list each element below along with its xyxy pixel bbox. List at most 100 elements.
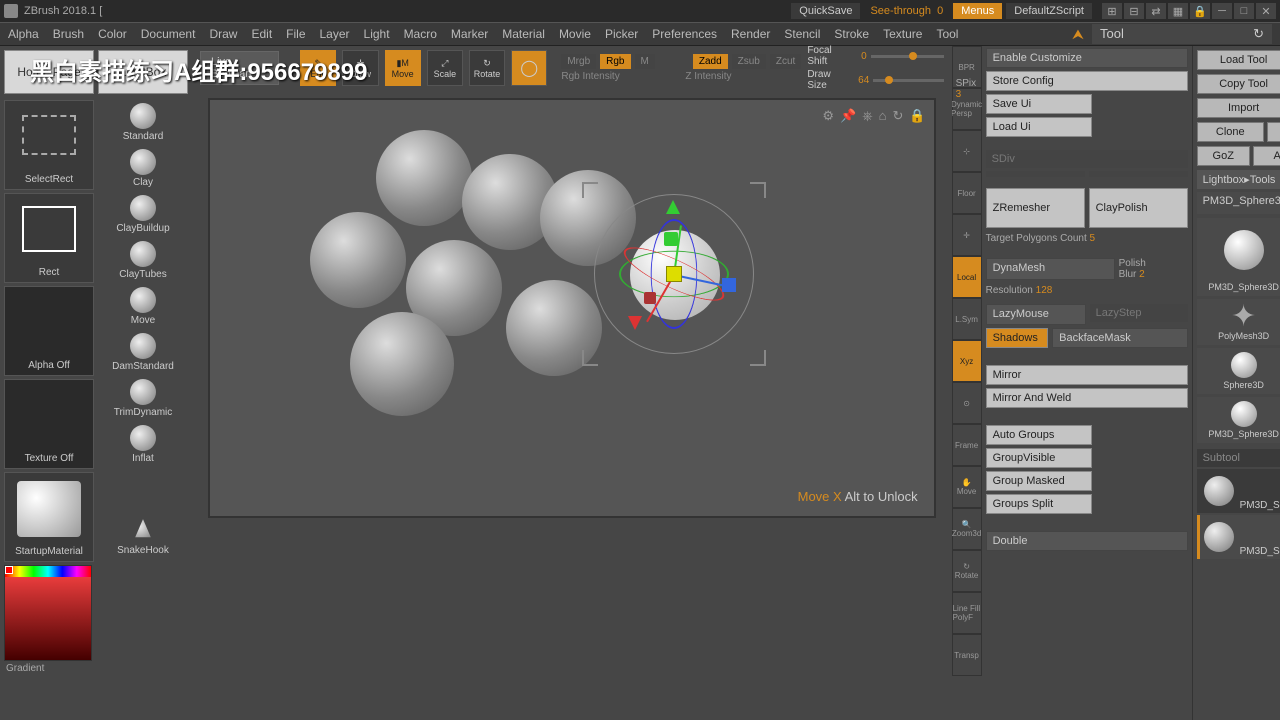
move-view-button[interactable]: ✋Move [952,466,982,508]
tool-item[interactable]: Sphere3D [1197,348,1280,394]
stroke-selector[interactable]: SelectRect [4,100,94,190]
brush-standard[interactable]: Standard [98,100,188,144]
groupsplit-button[interactable]: Groups Split [986,494,1092,514]
menu-brush[interactable]: Brush [53,27,84,41]
goz-button[interactable]: GoZ [1197,146,1250,166]
move-mode-button[interactable]: ▮MMove [385,50,421,86]
draw-size-slider[interactable]: Draw Size 64 [807,69,943,91]
transp-button[interactable]: Transp [952,634,982,676]
menu-layer[interactable]: Layer [320,27,350,41]
transform-gizmo[interactable] [594,194,754,354]
menu-preferences[interactable]: Preferences [652,27,717,41]
quicksave-button[interactable]: QuickSave [791,3,860,19]
mrgb-button[interactable]: Mrgb [561,54,596,69]
rgb-button[interactable]: Rgb [600,54,630,69]
menu-macro[interactable]: Macro [404,27,437,41]
center-button[interactable]: ⊙ [952,382,982,424]
lazystep-slider[interactable]: LazyStep [1090,304,1188,322]
menu-file[interactable]: File [286,27,305,41]
location-icon[interactable]: ⎈ [862,108,872,124]
autogroups-button[interactable]: Auto Groups [986,425,1092,445]
tool-item[interactable]: ✦PolyMesh3D [1197,299,1280,345]
rotate-mode-button[interactable]: ↻Rotate [469,50,505,86]
scale-mode-button[interactable]: ⤢Scale [427,50,463,86]
floor-button[interactable]: Floor [952,172,982,214]
hue-strip[interactable] [5,566,91,577]
texture-selector[interactable]: Texture Off [4,379,94,469]
claypolish-button[interactable]: ClayPolish [1089,188,1188,228]
brush-snakehook[interactable]: SnakeHook [98,514,188,558]
menu-tool[interactable]: Tool [936,27,958,41]
menu-color[interactable]: Color [98,27,127,41]
lazymouse-button[interactable]: LazyMouse [986,304,1086,325]
mirror-button[interactable]: Mirror [986,365,1188,385]
target-poly-slider[interactable]: Target Polygons Count 5 [986,231,1188,246]
default-zscript-button[interactable]: DefaultZScript [1006,3,1092,19]
home-icon[interactable]: ⌂ [879,108,887,124]
rgb-intensity-label[interactable]: Rgb Intensity [561,71,681,82]
tool-panel-header[interactable]: Tool↻ [1092,24,1272,44]
zsub-button[interactable]: Zsub [732,54,766,69]
reset-icon[interactable]: ↻ [893,108,904,124]
brush-claybuildup[interactable]: ClayBuildup [98,192,188,236]
mesh-sphere[interactable] [376,130,472,226]
menu-marker[interactable]: Marker [451,27,488,41]
dynamesh-button[interactable]: DynaMesh [986,258,1115,280]
viewport[interactable]: ⚙ 📌 ⎈ ⌂ ↻ 🔒 [208,98,936,518]
rotate-view-button[interactable]: ↻Rotate [952,550,982,592]
brush-inflat[interactable]: Inflat [98,422,188,466]
swap-icon[interactable]: ⇄ [1146,3,1166,19]
maximize-icon[interactable]: □ [1234,3,1254,19]
goz-all-button[interactable]: All [1253,146,1280,166]
make-polymesh-button[interactable]: Make PolyMesh3D [1267,122,1280,142]
double-button[interactable]: Double [986,531,1188,551]
zcut-button[interactable]: Zcut [770,54,801,69]
brush-move[interactable]: Move [98,284,188,328]
menu-material[interactable]: Material [502,27,545,41]
alpha-selector[interactable]: Alpha Off [4,286,94,376]
brush-trimdynamic[interactable]: TrimDynamic [98,376,188,420]
gizmo-button[interactable]: ◯ [511,50,547,86]
active-tool-indicator[interactable]: PM3D_Sphere3D_2.49 R [1197,192,1280,214]
store-config-button[interactable]: Store Config [986,71,1188,91]
pin-icon[interactable]: 📌 [840,108,856,124]
subtool-item[interactable]: ⬤◐▮👁 PM3D_Sphere3D_1 [1197,469,1280,513]
color-picker[interactable] [4,565,92,661]
menu-stencil[interactable]: Stencil [784,27,820,41]
brush-damstandard[interactable]: DamStandard [98,330,188,374]
lsym-button[interactable]: L.Sym [952,298,982,340]
delhigher-button[interactable] [1089,171,1188,177]
menu-alpha[interactable]: Alpha [8,27,39,41]
grid-toggle[interactable]: ⊹ [952,130,982,172]
zoom-button[interactable]: 🔍Zoom3d [952,508,982,550]
collapse-icon[interactable]: ⮝ [1072,26,1088,42]
axis-button[interactable]: ✛ [952,214,982,256]
menu-stroke[interactable]: Stroke [834,27,869,41]
import-button[interactable]: Import [1197,98,1280,118]
mesh-sphere[interactable] [350,312,454,416]
menu-edit[interactable]: Edit [251,27,272,41]
mirror-weld-button[interactable]: Mirror And Weld [986,388,1188,408]
clone-button[interactable]: Clone [1197,122,1264,142]
polyf-button[interactable]: Line Fill PolyF [952,592,982,634]
subtool-header[interactable]: Subtool [1197,449,1280,467]
gear-icon[interactable]: ⚙ [822,108,834,124]
focal-shift-slider[interactable]: Focal Shift 0 [807,45,943,67]
close-icon[interactable]: ✕ [1256,3,1276,19]
zadd-button[interactable]: Zadd [693,54,728,69]
brush-clay[interactable]: Clay [98,146,188,190]
layout-icon[interactable]: ⊞ [1102,3,1122,19]
brush-empty[interactable] [98,468,188,512]
shadows-button[interactable]: Shadows [986,328,1049,348]
sdiv-slider[interactable]: SDiv [986,150,1188,168]
menu-document[interactable]: Document [141,27,196,41]
tool-item[interactable]: 2 PM3D_Sphere3D [1197,397,1280,443]
lightbox-tools-button[interactable]: Lightbox▸Tools [1197,170,1280,189]
z-intensity-label[interactable]: Z Intensity [685,71,731,82]
zremesher-button[interactable]: ZRemesher [986,188,1085,228]
material-selector[interactable]: StartupMaterial [4,472,94,562]
local-button[interactable]: Local [952,256,982,298]
grid-icon[interactable]: ▦ [1168,3,1188,19]
backface-button[interactable]: BackfaceMask [1052,328,1187,348]
save-ui-button[interactable]: Save Ui [986,94,1092,114]
